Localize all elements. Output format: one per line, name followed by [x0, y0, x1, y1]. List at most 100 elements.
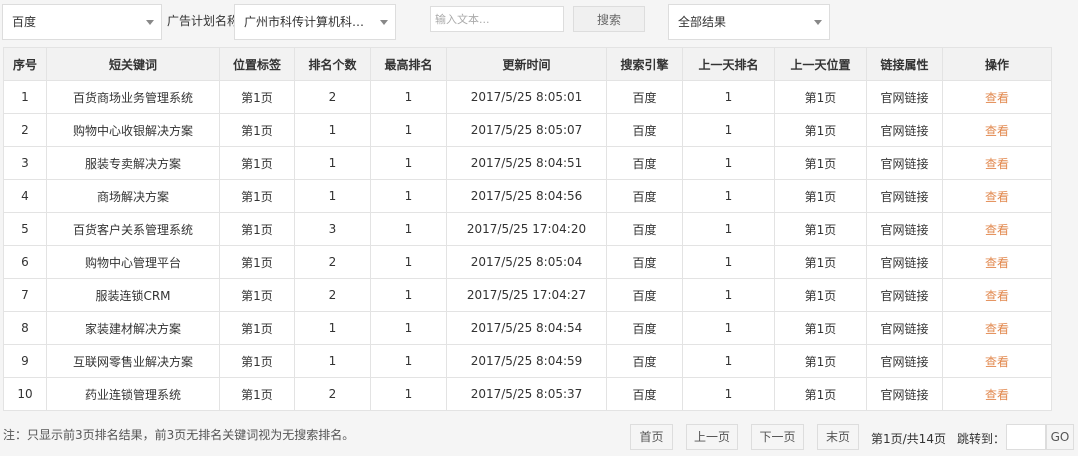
- search-button[interactable]: 搜索: [573, 6, 645, 32]
- column-header: 链接属性: [866, 47, 943, 81]
- prev-position-cell: 第1页: [774, 278, 867, 312]
- top-rank-cell: 1: [370, 311, 447, 345]
- position-tag-cell: 第1页: [219, 179, 295, 213]
- top-rank-cell: 1: [370, 179, 447, 213]
- rank-count-cell: 1: [294, 311, 371, 345]
- top-rank-cell: 1: [370, 377, 447, 411]
- action-cell: 查看: [942, 377, 1052, 411]
- update-time-cell: 2017/5/25 8:05:04: [446, 245, 607, 279]
- go-button[interactable]: GO: [1046, 424, 1074, 450]
- update-time-cell: 2017/5/25 17:04:27: [446, 278, 607, 312]
- prev-rank-cell: 1: [682, 344, 775, 378]
- row-index: 3: [3, 146, 47, 180]
- row-index: 4: [3, 179, 47, 213]
- position-tag-cell: 第1页: [219, 311, 295, 345]
- engine-cell: 百度: [606, 311, 683, 345]
- filter-toolbar: 百度 广告计划名称 广州市科传计算机科技... 搜索 全部结果: [0, 0, 1078, 46]
- column-header: 上一天排名: [682, 47, 775, 81]
- view-link[interactable]: 查看: [985, 157, 1009, 171]
- table-body: 1 百货商场业务管理系统 第1页 2 1 2017/5/25 8:05:01 百度 1 第1页官…: [3, 80, 1052, 411]
- jump-page-input[interactable]: [1006, 424, 1046, 450]
- position-tag-cell: 第1页: [219, 212, 295, 246]
- view-link[interactable]: 查看: [985, 124, 1009, 138]
- rank-count-cell: 3: [294, 212, 371, 246]
- view-link[interactable]: 查看: [985, 289, 1009, 303]
- rank-count-cell: 1: [294, 146, 371, 180]
- link-type-cell: 官网链接: [866, 245, 943, 279]
- prev-rank-cell: 1: [682, 179, 775, 213]
- update-time-cell: 2017/5/25 8:04:54: [446, 311, 607, 345]
- search-engine-value: 百度: [12, 15, 37, 29]
- next-page-button[interactable]: 下一页: [751, 424, 804, 450]
- view-link[interactable]: 查看: [985, 91, 1009, 105]
- prev-rank-cell: 1: [682, 146, 775, 180]
- view-link[interactable]: 查看: [985, 223, 1009, 237]
- column-header: 搜索引擎: [606, 47, 683, 81]
- prev-position-cell: 第1页: [774, 377, 867, 411]
- link-type-cell: 官网链接: [866, 344, 943, 378]
- engine-cell: 百度: [606, 344, 683, 378]
- action-cell: 查看: [942, 146, 1052, 180]
- update-time-cell: 2017/5/25 17:04:20: [446, 212, 607, 246]
- result-filter-value: 全部结果: [678, 15, 727, 29]
- position-tag-cell: 第1页: [219, 113, 295, 147]
- table-row: 3 服装专卖解决方案 第1页 1 1 2017/5/25 8:04:51 百度 1 第1页 官网链…: [3, 146, 1052, 180]
- prev-rank-cell: 1: [682, 113, 775, 147]
- link-type-cell: 官网链接: [866, 311, 943, 345]
- table-row: 10 药业连锁管理系统 第1页 2 1 2017/5/25 8:05:37 百度 1 第1页 官网…: [3, 377, 1052, 411]
- view-link[interactable]: 查看: [985, 322, 1009, 336]
- action-cell: 查看: [942, 278, 1052, 312]
- view-link[interactable]: 查看: [985, 355, 1009, 369]
- result-filter-select[interactable]: 全部结果: [668, 4, 830, 40]
- update-time-cell: 2017/5/25 8:05:07: [446, 113, 607, 147]
- keyword-cell: 购物中心管理平台: [46, 245, 220, 279]
- ad-plan-select[interactable]: 广州市科传计算机科技...: [234, 4, 396, 40]
- column-header: 排名个数: [294, 47, 371, 81]
- link-type-cell: 官网链接: [866, 278, 943, 312]
- prev-position-cell: 第1页: [774, 179, 867, 213]
- top-rank-cell: 1: [370, 212, 447, 246]
- table-row: 4 商场解决方案 第1页 1 1 2017/5/25 8:04:56 百度 1 第1页 官网链接查…: [3, 179, 1052, 213]
- link-type-cell: 官网链接: [866, 212, 943, 246]
- row-index: 2: [3, 113, 47, 147]
- prev-rank-cell: 1: [682, 212, 775, 246]
- view-link[interactable]: 查看: [985, 388, 1009, 402]
- row-index: 6: [3, 245, 47, 279]
- prev-page-button[interactable]: 上一页: [686, 424, 738, 450]
- top-rank-cell: 1: [370, 278, 447, 312]
- page-info: 第1页/共14页: [871, 432, 946, 446]
- keyword-ranking-table: 序号 短关键词 位置标签 排名个数 最高排名 更新时间 搜索引擎 上一天排名 上…: [3, 47, 1052, 411]
- link-type-cell: 官网链接: [866, 80, 943, 114]
- position-tag-cell: 第1页: [219, 377, 295, 411]
- view-link[interactable]: 查看: [985, 256, 1009, 270]
- view-link[interactable]: 查看: [985, 190, 1009, 204]
- row-index: 5: [3, 212, 47, 246]
- action-cell: 查看: [942, 80, 1052, 114]
- row-index: 1: [3, 80, 47, 114]
- prev-rank-cell: 1: [682, 377, 775, 411]
- top-rank-cell: 1: [370, 146, 447, 180]
- last-page-button[interactable]: 末页: [817, 424, 859, 450]
- search-engine-select[interactable]: 百度: [2, 4, 162, 40]
- prev-position-cell: 第1页: [774, 212, 867, 246]
- position-tag-cell: 第1页: [219, 344, 295, 378]
- position-tag-cell: 第1页: [219, 278, 295, 312]
- column-header: 最高排名: [370, 47, 447, 81]
- column-header: 操作: [942, 47, 1052, 81]
- update-time-cell: 2017/5/25 8:05:37: [446, 377, 607, 411]
- top-rank-cell: 1: [370, 80, 447, 114]
- rank-count-cell: 2: [294, 245, 371, 279]
- keyword-search-input[interactable]: [430, 6, 564, 32]
- update-time-cell: 2017/5/25 8:04:59: [446, 344, 607, 378]
- table-row: 2 购物中心收银解决方案 第1页 1 1 2017/5/25 8:05:07 百度 1 第1页官…: [3, 113, 1052, 147]
- prev-position-cell: 第1页: [774, 80, 867, 114]
- engine-cell: 百度: [606, 146, 683, 180]
- rank-count-cell: 1: [294, 344, 371, 378]
- table-row: 9 互联网零售业解决方案 第1页 1 1 2017/5/25 8:04:59 百度 1 第1页官…: [3, 344, 1052, 378]
- jump-to-label: 跳转到：: [957, 432, 1006, 446]
- keyword-cell: 互联网零售业解决方案: [46, 344, 220, 378]
- first-page-button[interactable]: 首页: [630, 424, 673, 450]
- rank-count-cell: 1: [294, 179, 371, 213]
- prev-rank-cell: 1: [682, 311, 775, 345]
- link-type-cell: 官网链接: [866, 113, 943, 147]
